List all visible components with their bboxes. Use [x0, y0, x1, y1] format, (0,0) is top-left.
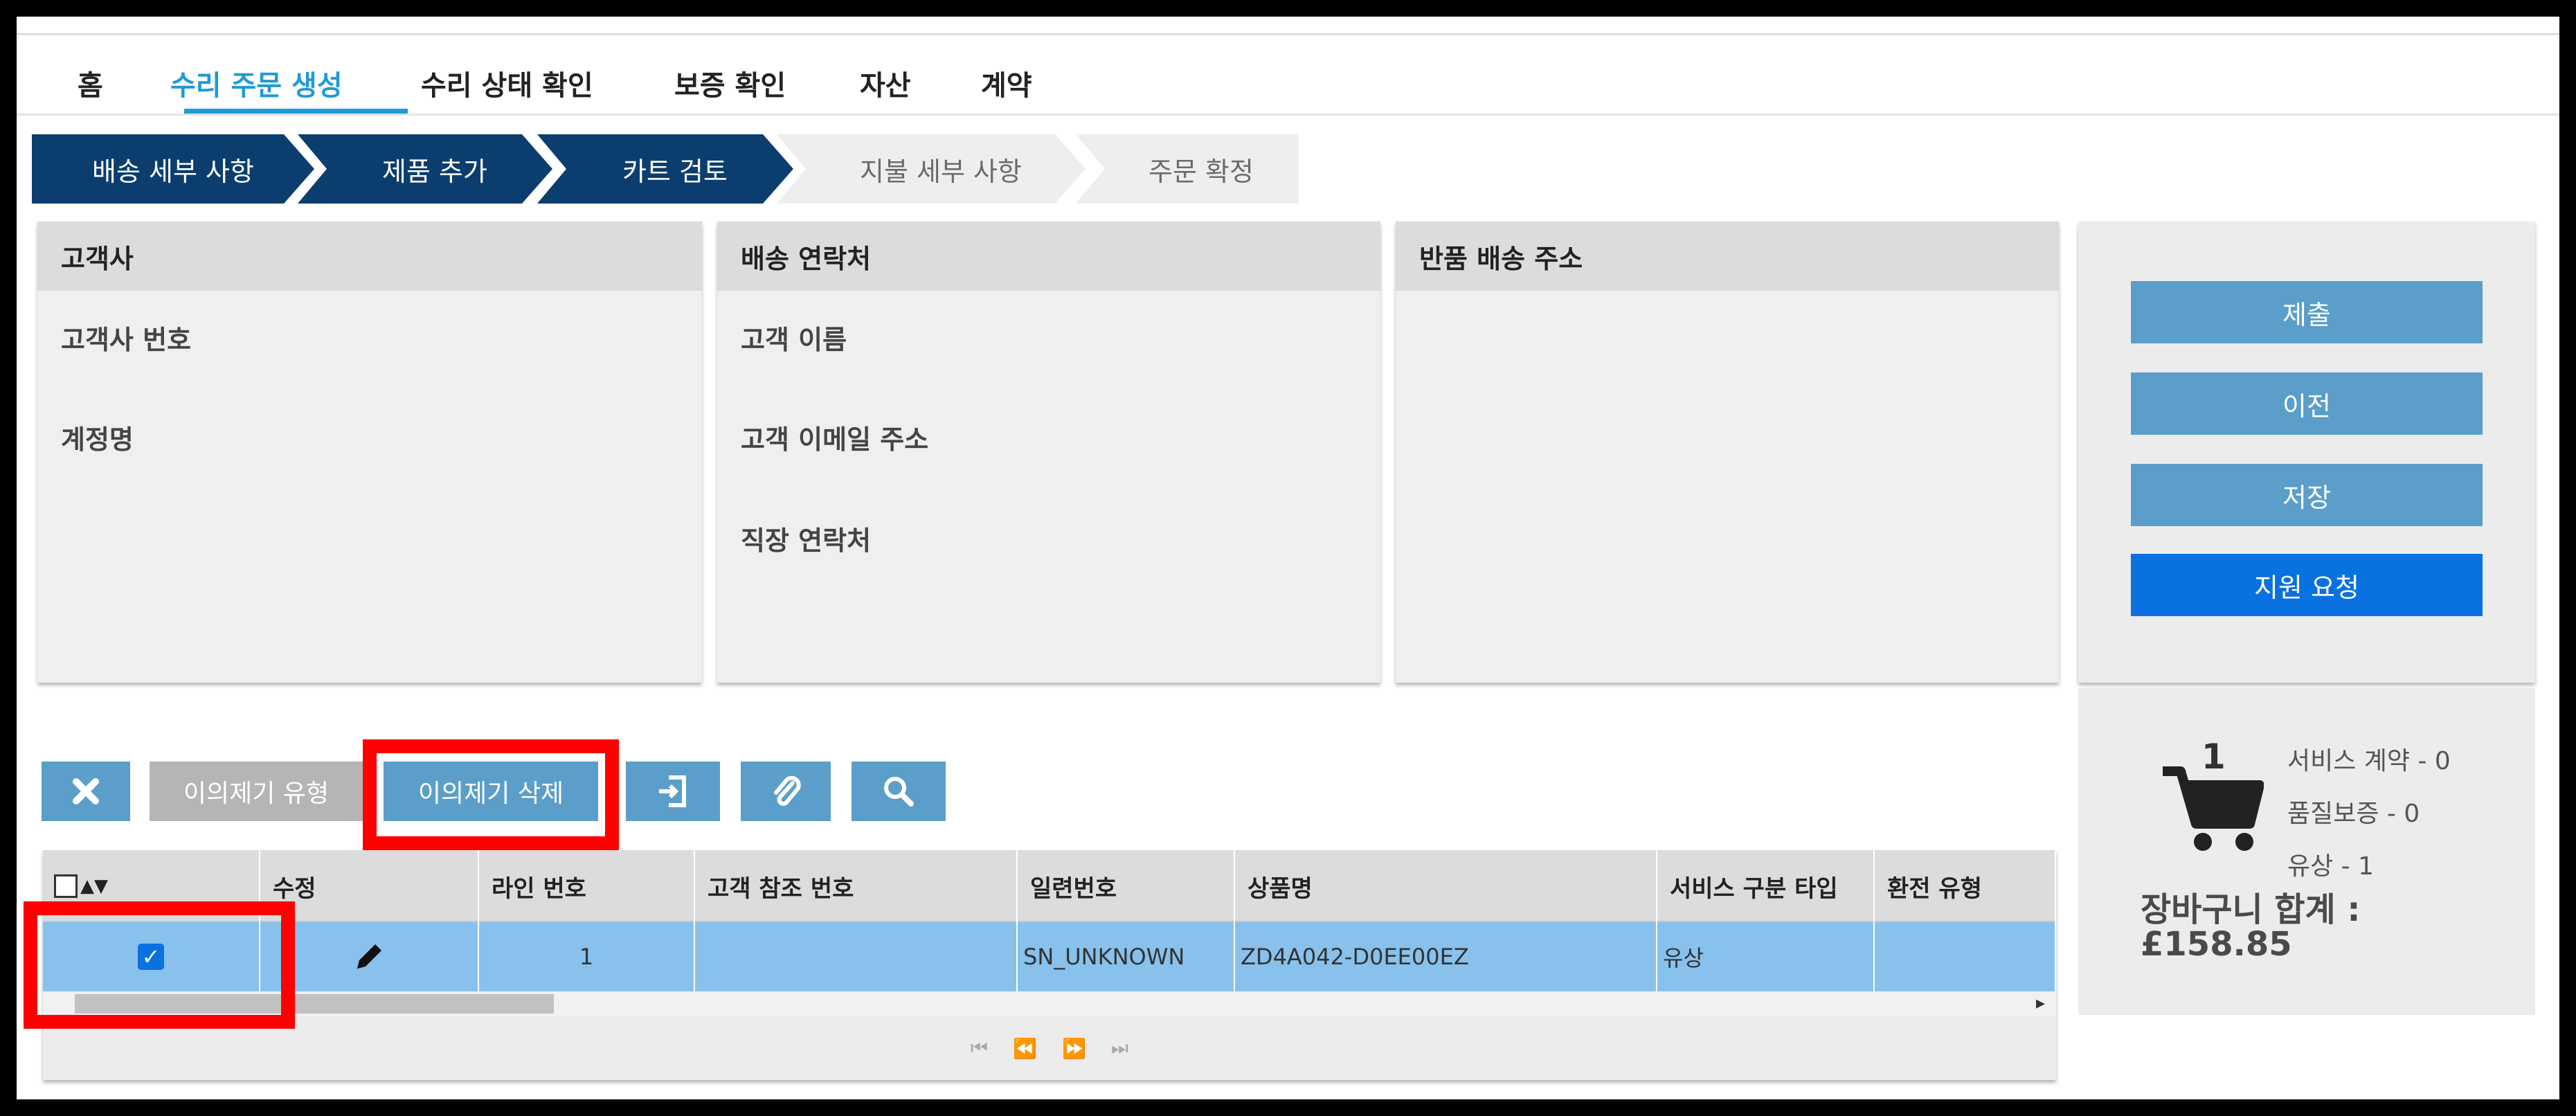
column-serial[interactable]: 일련번호	[1018, 850, 1235, 922]
return-address-panel: 반품 배송 주소	[1396, 222, 2059, 683]
page: 홈 수리 주문 생성 수리 상태 확인 보증 확인 자산 계약 배송 세부 사항…	[17, 17, 2559, 1099]
previous-button[interactable]: 이전	[2131, 372, 2483, 435]
step-order-confirm[interactable]: 주문 확정	[1076, 134, 1299, 204]
paperclip-icon	[774, 775, 801, 806]
step-payment-details[interactable]: 지불 세부 사항	[777, 134, 1086, 204]
row-exchange-type	[1875, 922, 2056, 991]
customer-number-label: 고객사 번호	[61, 325, 192, 355]
step-add-product[interactable]: 제품 추가	[298, 134, 552, 204]
customer-name-label: 고객 이름	[741, 325, 847, 355]
horizontal-scrollbar[interactable]: ▸	[43, 991, 2056, 1016]
remove-button[interactable]	[42, 762, 130, 821]
table-row[interactable]: ✓ 1 SN_UNKNOWN ZD4A042-D0EE00EZ 유상	[43, 922, 2056, 991]
cart-summary: 1 서비스 계약 - 0 품질보증 - 0 유상 - 1 장바구니 합계 : £…	[2078, 688, 2535, 1015]
step-shipping-details[interactable]: 배송 세부 사항	[32, 134, 314, 204]
login-icon	[659, 775, 686, 807]
nav-repair-status[interactable]: 수리 상태 확인	[421, 63, 593, 103]
request-support-button[interactable]: 지원 요청	[2131, 554, 2483, 616]
column-service-type[interactable]: 서비스 구분 타입	[1657, 850, 1875, 922]
warranty-count: 품질보증 - 0	[2287, 800, 2420, 828]
top-nav: 홈 수리 주문 생성 수리 상태 확인 보증 확인 자산 계약	[17, 33, 2559, 116]
nav-create-repair-order[interactable]: 수리 주문 생성	[170, 63, 343, 103]
grid-header: ▲▼ 수정 라인 번호 고객 참조 번호 일련번호 상품명 서비스 구분 타입 …	[43, 850, 2056, 922]
column-product[interactable]: 상품명	[1235, 850, 1657, 922]
next-page-icon[interactable]: ⏩	[1062, 1037, 1086, 1060]
column-exchange-type[interactable]: 환전 유형	[1875, 850, 2056, 922]
first-page-icon[interactable]: ⏮	[971, 1036, 988, 1060]
shipping-contact-panel: 배송 연락처 고객 이름 고객 이메일 주소 직장 연락처	[717, 222, 1380, 683]
active-tab-underline	[184, 109, 408, 114]
row-line-number: 1	[479, 922, 695, 991]
nav-warranty-check[interactable]: 보증 확인	[674, 63, 786, 103]
row-service-type: 유상	[1657, 922, 1875, 991]
actions-panel: 제출 이전 저장 지원 요청	[2078, 222, 2535, 683]
select-all-checkbox[interactable]	[54, 874, 78, 898]
nav-assets[interactable]: 자산	[860, 63, 911, 103]
last-page-icon[interactable]: ⏭	[1111, 1036, 1128, 1060]
sort-icon[interactable]: ▲▼	[80, 876, 108, 897]
paid-count: 유상 - 1	[2287, 852, 2375, 881]
cart-total-label: 장바구니 합계 :	[2141, 890, 2361, 929]
cart-item-count: 1	[2201, 737, 2226, 777]
nav-contracts[interactable]: 계약	[981, 63, 1032, 103]
column-line-number[interactable]: 라인 번호	[479, 850, 695, 922]
search-icon	[884, 777, 914, 807]
pager: ⏮ ⏪ ⏩ ⏭	[43, 1016, 2056, 1080]
pencil-icon[interactable]	[353, 941, 385, 973]
step-cart-review[interactable]: 카트 검토	[537, 134, 793, 204]
row-product: ZD4A042-D0EE00EZ	[1235, 922, 1657, 991]
customer-panel: 고객사 고객사 번호 계정명	[37, 222, 702, 683]
customer-email-label: 고객 이메일 주소	[741, 424, 929, 455]
row-checkbox-highlight	[24, 901, 295, 1029]
return-address-title: 반품 배송 주소	[1396, 222, 2059, 291]
order-lines-grid: ▲▼ 수정 라인 번호 고객 참조 번호 일련번호 상품명 서비스 구분 타입 …	[43, 850, 2056, 1080]
service-contract-count: 서비스 계약 - 0	[2287, 747, 2451, 775]
scroll-right-icon[interactable]: ▸	[2036, 993, 2045, 1014]
account-name-label: 계정명	[61, 424, 134, 455]
shipping-contact-title: 배송 연락처	[717, 222, 1380, 291]
attachment-button[interactable]	[741, 762, 831, 821]
row-customer-ref	[695, 922, 1018, 991]
issue-type-button[interactable]: 이의제기 유형	[150, 762, 363, 821]
close-icon	[73, 778, 99, 804]
customer-panel-title: 고객사	[37, 222, 702, 291]
column-customer-ref[interactable]: 고객 참조 번호	[695, 850, 1018, 922]
delete-issue-highlight	[363, 739, 619, 850]
row-serial: SN_UNKNOWN	[1018, 922, 1235, 991]
previous-page-icon[interactable]: ⏪	[1013, 1037, 1037, 1060]
search-button[interactable]	[852, 762, 946, 821]
submit-button[interactable]: 제출	[2131, 281, 2483, 343]
cart-total-value: £158.85	[2141, 925, 2292, 964]
work-phone-label: 직장 연락처	[741, 525, 872, 556]
login-button[interactable]	[626, 762, 720, 821]
nav-home[interactable]: 홈	[78, 63, 103, 103]
save-button[interactable]: 저장	[2131, 464, 2483, 526]
cart-icon	[2163, 766, 2264, 851]
